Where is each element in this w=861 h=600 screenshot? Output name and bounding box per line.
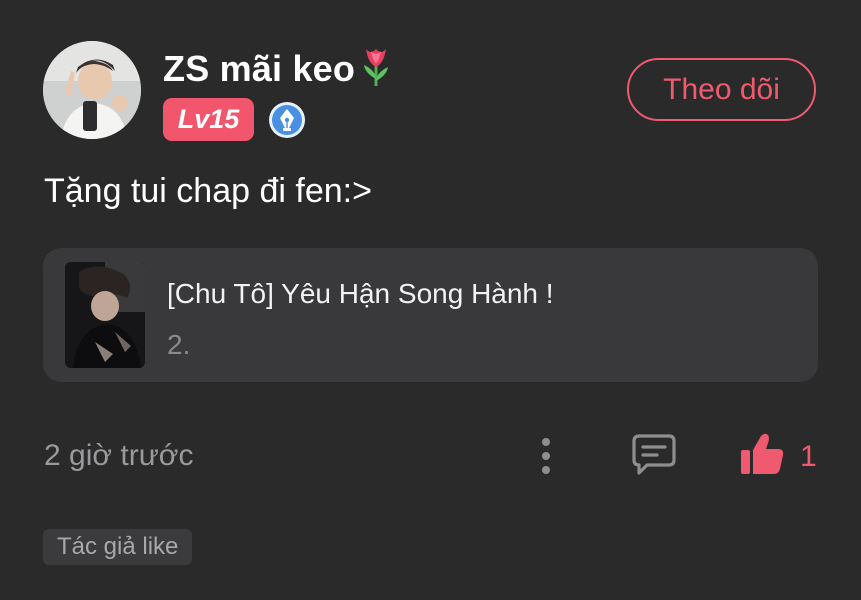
timestamp: 2 giờ trước <box>44 439 194 472</box>
thumbs-up-icon[interactable] <box>739 432 785 476</box>
author-like-tag: Tác giả like <box>43 529 193 565</box>
username-text: ZS mãi keo <box>163 48 356 89</box>
reply-icon[interactable] <box>631 432 677 476</box>
username[interactable]: ZS mãi keo <box>163 45 393 96</box>
author-like-label: Tác giả like <box>57 533 179 560</box>
comment-text: Tặng tui chap đi fen:> <box>44 172 372 210</box>
like-count: 1 <box>800 440 817 473</box>
follow-button-label: Theo dõi <box>663 72 780 106</box>
more-options-icon[interactable] <box>531 434 561 478</box>
level-badge: Lv15 <box>163 98 254 141</box>
avatar[interactable] <box>43 41 141 139</box>
pen-nib-badge-icon <box>268 101 306 139</box>
level-label: Lv15 <box>177 104 240 134</box>
chapter-title: [Chu Tô] Yêu Hận Song Hành ! <box>167 278 554 309</box>
chapter-thumbnail <box>65 262 145 368</box>
follow-button[interactable]: Theo dõi <box>627 58 816 121</box>
avatar-image <box>43 41 141 139</box>
chapter-card[interactable]: [Chu Tô] Yêu Hận Song Hành ! 2. <box>43 248 818 382</box>
tulip-icon <box>359 45 393 96</box>
chapter-number: 2. <box>167 329 191 360</box>
